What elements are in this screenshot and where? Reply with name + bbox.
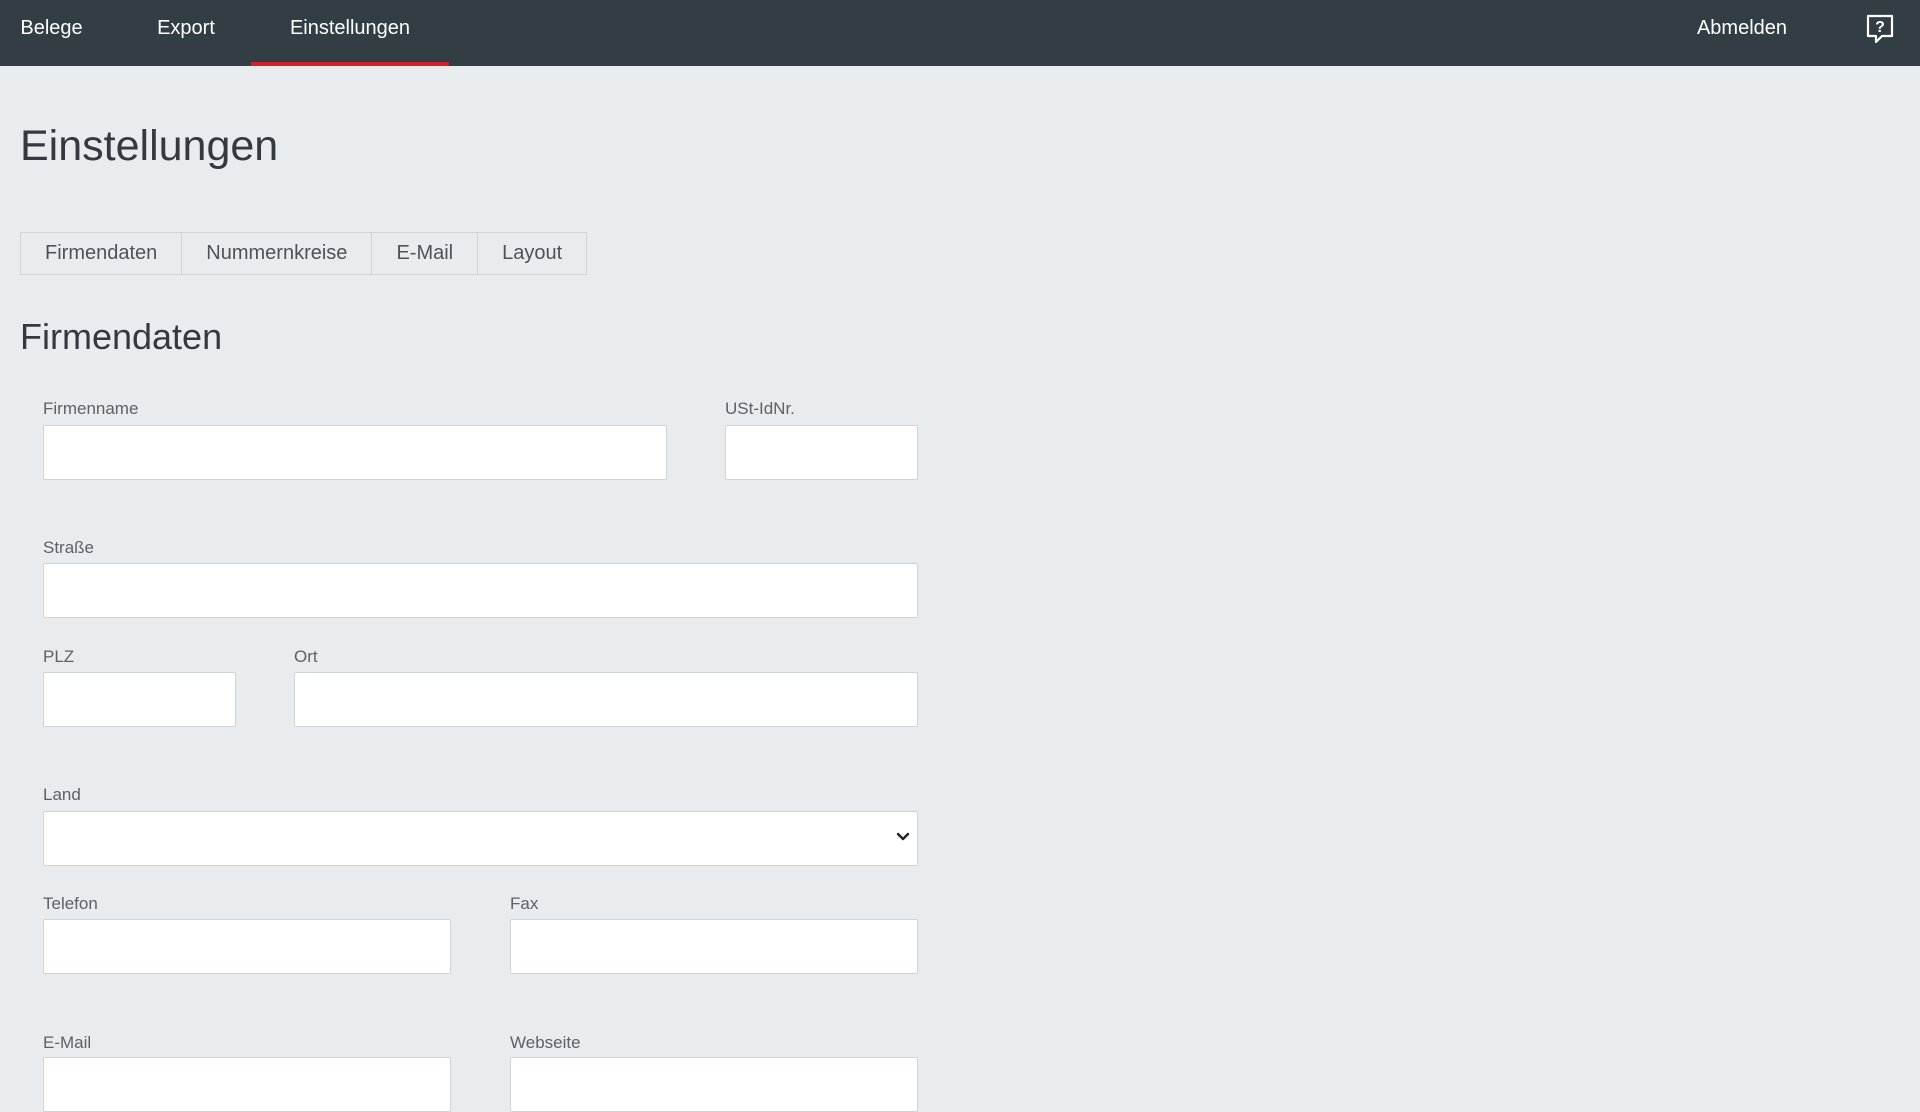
email-input[interactable] [43,1057,451,1112]
plz-input[interactable] [43,672,236,727]
page-title: Einstellungen [20,122,279,170]
nav-item-export[interactable]: Export [145,0,227,66]
land-select-wrapper [43,811,918,866]
telefon-label: Telefon [43,894,98,913]
webseite-label: Webseite [510,1033,581,1052]
email-label: E-Mail [43,1033,92,1052]
settings-tabs: Firmendaten Nummernkreise E-Mail Layout [20,232,588,275]
help-speech-bubble-icon: ? [1866,14,1894,44]
help-button[interactable]: ? [1864,13,1896,45]
logout-link[interactable]: Abmelden [1694,0,1790,66]
svg-text:?: ? [1875,19,1885,36]
strasse-label: Straße [43,538,95,557]
ort-label: Ort [294,647,318,666]
fax-label: Fax [510,894,539,913]
tab-email[interactable]: E-Mail [372,233,479,274]
tab-layout[interactable]: Layout [478,233,586,274]
ustid-label: USt-IdNr. [725,399,795,418]
tab-firmendaten[interactable]: Firmendaten [21,233,183,274]
section-title: Firmendaten [20,316,223,357]
firmenname-label: Firmenname [43,399,139,418]
telefon-input[interactable] [43,919,451,974]
nav-item-belege[interactable]: Belege [0,0,103,66]
plz-label: PLZ [43,647,75,666]
top-navigation: Belege Export Einstellungen Abmelden ? [0,0,1920,66]
strasse-input[interactable] [43,563,918,618]
webseite-input[interactable] [510,1057,918,1112]
firmenname-input[interactable] [43,425,667,480]
land-select[interactable] [43,811,918,866]
nav-item-einstellungen[interactable]: Einstellungen [251,0,449,66]
land-label: Land [43,785,81,804]
fax-input[interactable] [510,919,918,974]
ustid-input[interactable] [725,425,918,480]
tab-nummernkreise[interactable]: Nummernkreise [182,233,373,274]
ort-input[interactable] [294,672,918,727]
